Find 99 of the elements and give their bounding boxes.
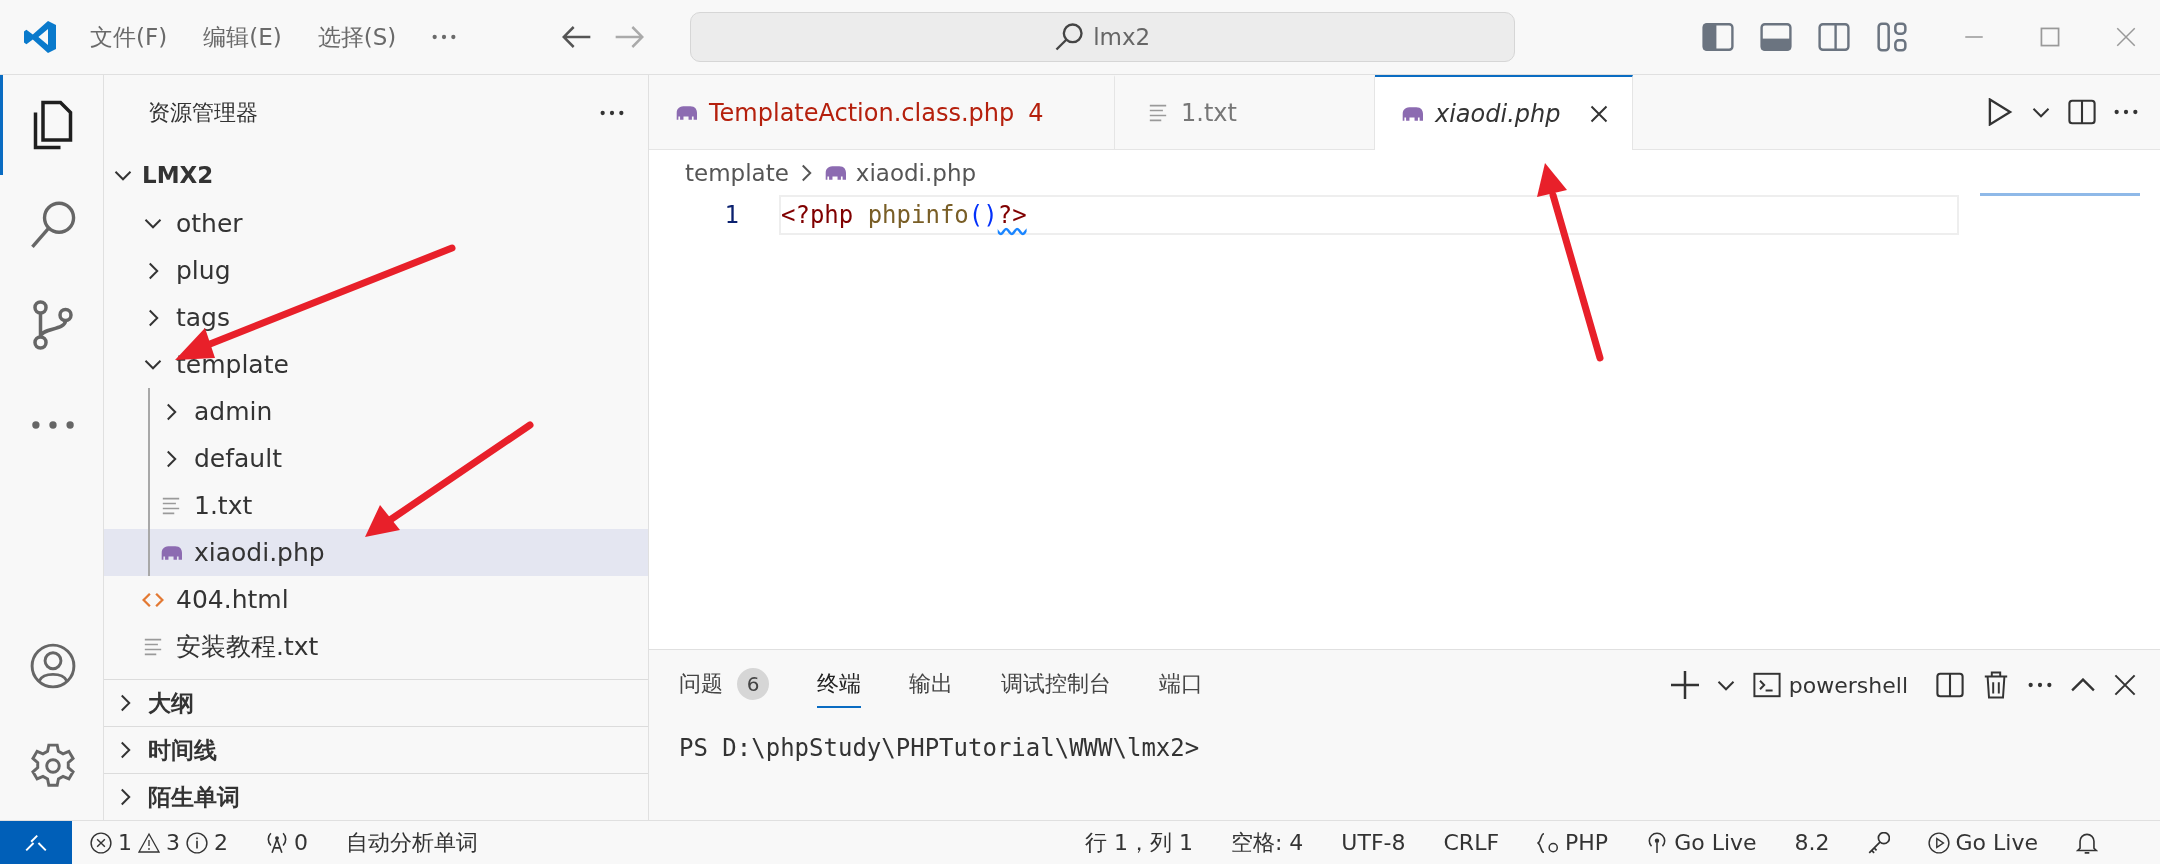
breadcrumb-item[interactable]: template [685, 159, 789, 186]
menu-item[interactable]: 编辑(E) [203, 21, 282, 53]
workspace-folder-header[interactable]: LMX2 [104, 150, 648, 200]
panel-tab[interactable]: 调试控制台 [1001, 662, 1111, 708]
account-icon[interactable] [30, 641, 76, 691]
panel-tab[interactable]: 端口 [1159, 662, 1203, 708]
go-live-button[interactable]: Go Live [1927, 830, 2038, 855]
key-icon[interactable] [1867, 831, 1890, 854]
elephant-icon [823, 163, 846, 182]
panel-tab[interactable]: 问题 6 [679, 662, 769, 708]
error-icon [90, 831, 112, 854]
chevron-up-icon[interactable] [2070, 678, 2096, 692]
status-item[interactable]: 行 1，列 1 [1084, 827, 1193, 858]
more-icon[interactable] [600, 109, 624, 116]
go-live-button[interactable]: Go Live [1646, 830, 1757, 855]
close-icon[interactable] [2114, 674, 2136, 696]
chevron-down-icon[interactable] [1716, 679, 1735, 691]
more-icon[interactable] [2114, 109, 2138, 115]
file-tree-item[interactable]: other [104, 200, 648, 247]
trash-icon[interactable] [1982, 671, 2010, 699]
panel-tab[interactable]: 终端 [817, 662, 861, 708]
status-item[interactable]: 8.2 [1794, 830, 1830, 855]
toggle-secondary-sidebar-icon[interactable] [1818, 22, 1850, 52]
terminal-icon [1752, 671, 1781, 699]
chevron-down-icon[interactable] [2032, 106, 2050, 118]
info-icon [186, 831, 208, 854]
text-file-icon [1147, 104, 1169, 122]
section-header[interactable]: 时间线 [104, 726, 648, 773]
chevron-right-icon [147, 308, 159, 327]
customize-layout-icon[interactable] [1876, 22, 1908, 52]
menu-item[interactable]: 文件(F) [90, 21, 168, 53]
elephant-icon [1401, 104, 1423, 123]
chevron-right-icon [119, 694, 131, 712]
text-file-icon [142, 637, 164, 656]
status-item[interactable]: CRLF [1443, 830, 1500, 855]
chevron-right-icon [119, 741, 131, 759]
more-icon[interactable] [31, 420, 75, 430]
split-terminal-icon[interactable] [1936, 671, 1964, 699]
file-tree-item[interactable]: 安装教程.txt [104, 623, 648, 670]
file-tree-item[interactable]: admin [104, 388, 648, 435]
elephant-icon [675, 104, 697, 122]
elephant-icon [160, 543, 182, 562]
code-token: <?php [781, 201, 854, 229]
plus-icon[interactable] [1670, 671, 1699, 699]
app-logo-icon [24, 21, 56, 53]
chevron-right-icon [165, 402, 177, 421]
split-editor-icon[interactable] [2068, 98, 2096, 126]
source-control-icon[interactable] [30, 300, 76, 350]
more-icon[interactable] [2028, 682, 2052, 688]
chevron-down-icon [144, 218, 162, 229]
editor-tab[interactable]: xiaodi.php [1375, 75, 1634, 150]
toggle-sidebar-icon[interactable] [1702, 22, 1734, 52]
chevron-right-icon [800, 163, 812, 182]
language-mode[interactable]: PHP [1537, 830, 1609, 855]
play-icon [1927, 831, 1950, 854]
code-brackets-icon [142, 590, 164, 609]
line-number: 1 [723, 201, 740, 229]
close-icon[interactable] [1590, 104, 1609, 123]
code-token: phpinfo [867, 201, 969, 229]
file-tree-item[interactable]: default [104, 435, 648, 482]
section-header[interactable]: 大纲 [104, 679, 648, 726]
chevron-down-icon [144, 359, 162, 370]
file-tree-item[interactable]: plug [104, 247, 648, 294]
run-icon[interactable] [1986, 98, 2014, 126]
antenna-icon [266, 831, 288, 854]
text-file-icon [160, 496, 182, 515]
status-item[interactable]: 自动分析单词 [346, 827, 478, 858]
file-tree-item[interactable]: template [104, 341, 648, 388]
file-tree-item[interactable]: tags [104, 294, 648, 341]
chevron-right-icon [147, 261, 159, 280]
ports-indicator[interactable]: 0 [266, 830, 308, 855]
editor-tab[interactable]: TemplateAction.class.php 4 [649, 75, 1115, 149]
breadcrumb-item[interactable]: xiaodi.php [823, 159, 977, 186]
code-token: ?> [997, 201, 1027, 229]
explorer-title: 资源管理器 [148, 98, 258, 127]
maximize-icon[interactable] [2040, 27, 2060, 47]
status-item[interactable]: UTF-8 [1341, 830, 1406, 855]
status-item[interactable]: 空格: 4 [1230, 827, 1304, 858]
chevron-down-icon [114, 169, 132, 181]
code-token: () [968, 201, 998, 229]
problems-indicator[interactable]: 1 3 2 [90, 830, 228, 855]
chevron-right-icon [119, 788, 131, 806]
more-icon[interactable] [432, 34, 457, 40]
chevron-right-icon [165, 449, 177, 468]
search-icon [1055, 23, 1084, 51]
warning-icon [138, 831, 160, 854]
menu-item[interactable]: 选择(S) [317, 21, 397, 53]
panel-tab[interactable]: 输出 [909, 662, 953, 708]
terminal-selector[interactable]: powershell [1752, 671, 1908, 699]
toggle-panel-icon[interactable] [1760, 22, 1792, 52]
back-arrow-icon[interactable] [562, 25, 593, 49]
file-tree-item[interactable]: 1.txt [104, 482, 648, 529]
file-tree-item[interactable]: xiaodi.php [104, 529, 648, 576]
search-icon[interactable] [30, 200, 76, 250]
terminal-line: PS D:\phpStudy\PHPTutorial\WWW\lmx2> [679, 734, 1201, 762]
command-search-field[interactable]: lmx2 [690, 12, 1516, 62]
braces-icon [1537, 831, 1560, 854]
bell-icon[interactable] [2076, 831, 2098, 854]
file-tree-item[interactable]: 404.html [104, 576, 648, 623]
